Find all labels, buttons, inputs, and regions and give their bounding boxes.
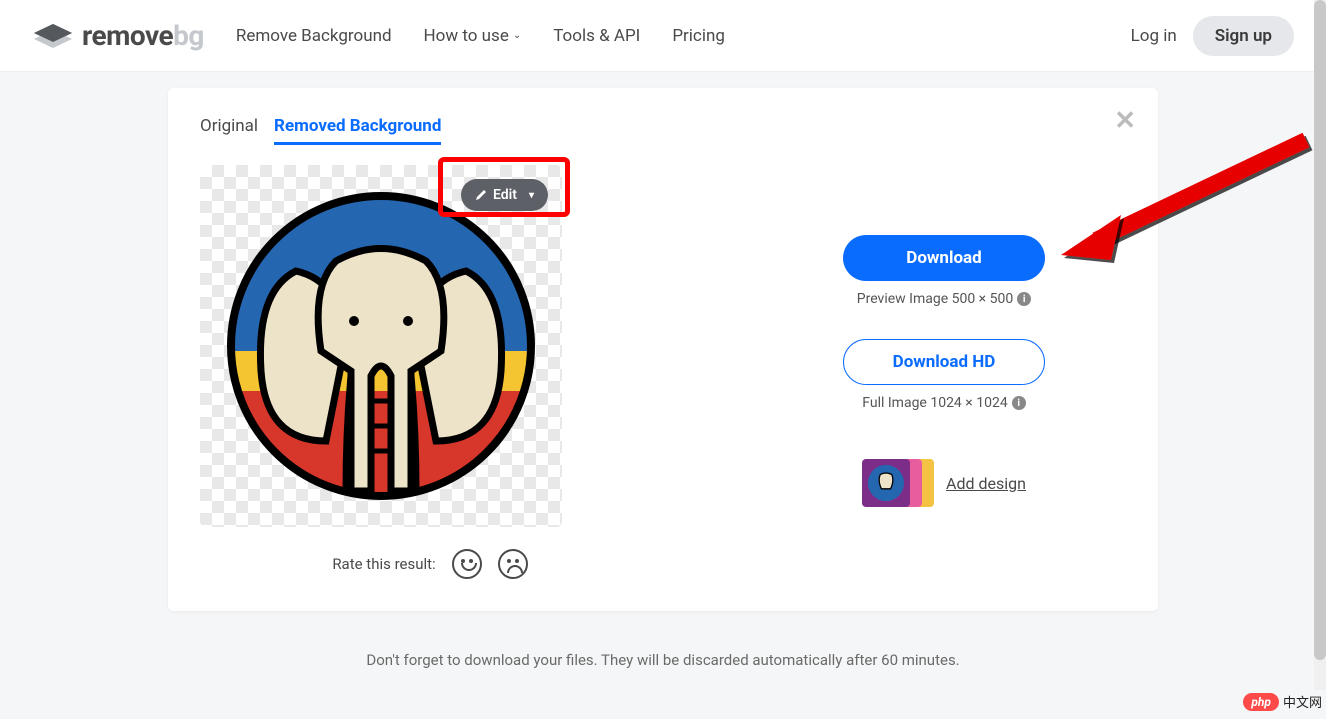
- add-design-link[interactable]: Add design: [946, 474, 1026, 493]
- preview-area: Edit: [200, 165, 562, 579]
- download-hd-meta: Full Image 1024 × 1024i: [862, 395, 1025, 411]
- download-meta: Preview Image 500 × 500i: [857, 291, 1031, 307]
- watermark: php 中文网: [1243, 692, 1322, 711]
- nav-how-to-use[interactable]: How to use⌄: [424, 26, 522, 46]
- image-preview: [200, 165, 562, 527]
- nav-remove-background[interactable]: Remove Background: [236, 26, 392, 46]
- rate-bad-button[interactable]: [498, 549, 528, 579]
- main-nav: Remove Background How to use⌄ Tools & AP…: [236, 26, 1131, 46]
- rate-good-button[interactable]: [452, 549, 482, 579]
- tab-removed-background[interactable]: Removed Background: [274, 116, 441, 145]
- signup-button[interactable]: Sign up: [1193, 16, 1294, 56]
- tabs: Original Removed Background: [200, 116, 1126, 145]
- edit-highlight-annotation: [438, 157, 570, 217]
- rate-row: Rate this result:: [180, 549, 680, 579]
- footer-note: Don't forget to download your files. The…: [0, 651, 1326, 669]
- logo-text: removebg: [82, 19, 204, 52]
- rate-label: Rate this result:: [332, 555, 435, 573]
- header: removebg Remove Background How to use⌄ T…: [0, 0, 1326, 72]
- logo-icon: [32, 22, 74, 50]
- design-thumbnails: [862, 459, 934, 507]
- watermark-text: 中文网: [1283, 692, 1322, 711]
- nav-pricing[interactable]: Pricing: [672, 26, 725, 46]
- watermark-badge: php: [1243, 693, 1279, 711]
- add-design-row: Add design: [862, 459, 1026, 507]
- nav-tools-api[interactable]: Tools & API: [553, 26, 640, 46]
- info-icon[interactable]: i: [1017, 292, 1031, 306]
- result-image: [226, 191, 536, 501]
- close-button[interactable]: ✕: [1114, 106, 1136, 136]
- download-button[interactable]: Download: [843, 235, 1045, 281]
- result-card: ✕ Original Removed Background Edit: [168, 88, 1158, 611]
- actions-panel: Download Preview Image 500 × 500i Downlo…: [762, 165, 1126, 579]
- logo[interactable]: removebg: [32, 19, 204, 52]
- login-link[interactable]: Log in: [1131, 26, 1177, 46]
- download-hd-button[interactable]: Download HD: [843, 339, 1045, 385]
- scrollbar[interactable]: [1314, 0, 1326, 690]
- info-icon[interactable]: i: [1012, 396, 1026, 410]
- tab-original[interactable]: Original: [200, 116, 258, 145]
- chevron-down-icon: ⌄: [513, 30, 521, 41]
